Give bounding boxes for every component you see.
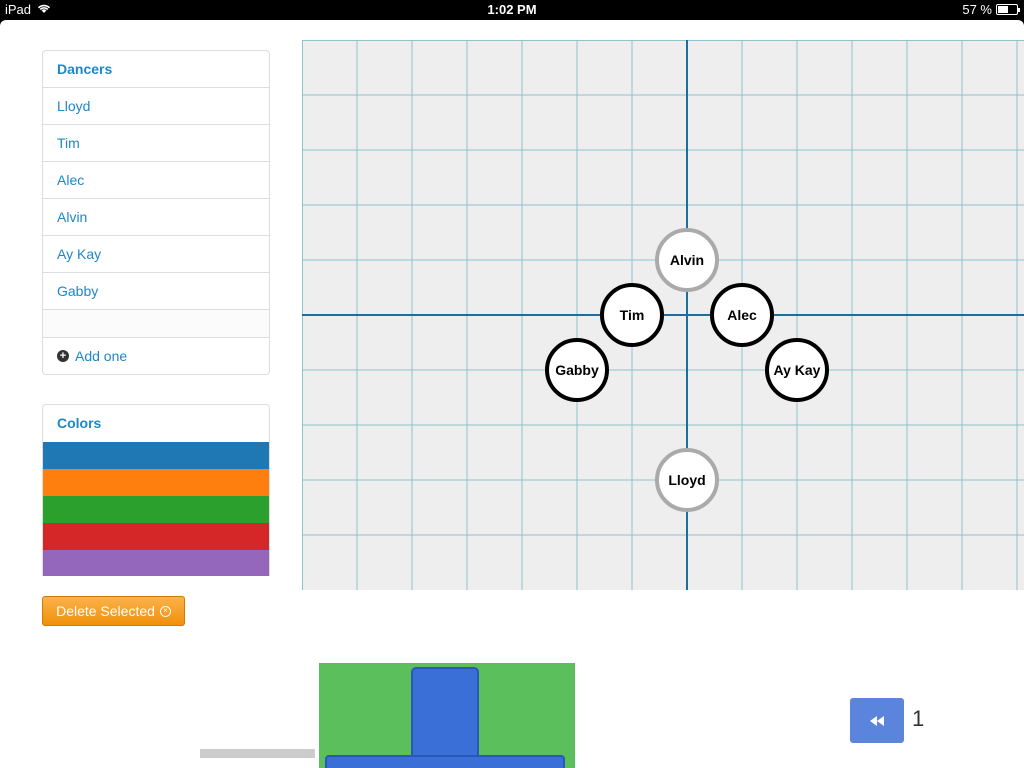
formation-thumbnail[interactable] xyxy=(319,663,575,768)
dancer-list-item[interactable]: Tim xyxy=(43,125,269,162)
dancer-marker[interactable]: Alec xyxy=(710,283,774,347)
add-dancer-button[interactable]: + Add one xyxy=(43,338,269,374)
page-number: 1 xyxy=(912,706,925,731)
colors-heading: Colors xyxy=(57,415,102,431)
dancer-list-item[interactable]: Lloyd xyxy=(43,88,269,125)
rewind-icon xyxy=(870,715,884,726)
dancer-marker[interactable]: Lloyd xyxy=(655,448,719,512)
playhead-handle[interactable] xyxy=(411,667,479,768)
dancer-marker[interactable]: Ay Kay xyxy=(765,338,829,402)
status-bar: iPad 1:02 PM 57 % xyxy=(0,0,1024,20)
battery-percent: 57 % xyxy=(962,2,992,17)
battery-icon xyxy=(996,4,1020,15)
color-swatch-red[interactable] xyxy=(43,523,269,550)
dancer-marker[interactable]: Tim xyxy=(600,283,664,347)
delete-selected-button[interactable]: Delete Selected × xyxy=(42,596,185,626)
dancer-marker[interactable]: Alvin xyxy=(655,228,719,292)
app-window: Dancers Lloyd Tim Alec Alvin Ay Kay Gabb… xyxy=(0,20,1024,768)
dancer-list-item[interactable]: Gabby xyxy=(43,273,269,310)
dancer-list-item[interactable]: Alec xyxy=(43,162,269,199)
dancer-list-item[interactable]: Ay Kay xyxy=(43,236,269,273)
playhead-base xyxy=(325,755,565,768)
dancers-heading: Dancers xyxy=(43,51,269,88)
stage-grid[interactable]: Alvin Tim Alec Gabby Ay Kay Lloyd xyxy=(302,40,1024,590)
color-swatch-purple[interactable] xyxy=(43,550,269,576)
dancer-list-item[interactable]: Alvin xyxy=(43,199,269,236)
color-swatch-blue[interactable] xyxy=(43,442,269,469)
colors-panel: Colors xyxy=(42,404,270,576)
color-swatch-orange[interactable] xyxy=(43,469,269,496)
color-swatch-green[interactable] xyxy=(43,496,269,523)
plus-circle-icon: + xyxy=(57,350,69,362)
rewind-button[interactable] xyxy=(850,698,904,743)
status-time: 1:02 PM xyxy=(487,2,537,17)
dancers-panel: Dancers Lloyd Tim Alec Alvin Ay Kay Gabb… xyxy=(42,50,270,375)
delete-selected-label: Delete Selected xyxy=(56,603,155,619)
timeline-scrollbar[interactable] xyxy=(200,749,315,758)
status-right: 57 % xyxy=(962,2,1020,17)
x-circle-icon: × xyxy=(159,605,171,617)
add-dancer-label: Add one xyxy=(75,348,128,364)
list-spacer xyxy=(43,310,269,338)
dancer-marker[interactable]: Gabby xyxy=(545,338,609,402)
